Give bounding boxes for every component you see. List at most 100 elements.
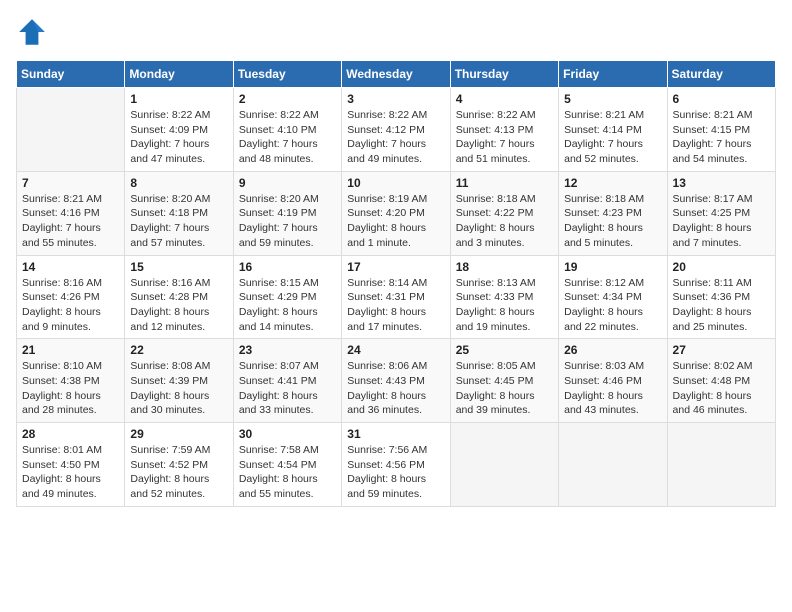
calendar-cell: 25 Sunrise: 8:05 AM Sunset: 4:45 PM Dayli… [450,339,558,423]
day-number: 8 [130,176,227,190]
day-number: 18 [456,260,553,274]
day-info: Sunrise: 8:20 AM Sunset: 4:18 PM Dayligh… [130,192,227,251]
day-info: Sunrise: 7:56 AM Sunset: 4:56 PM Dayligh… [347,443,444,502]
calendar-week-1: 7 Sunrise: 8:21 AM Sunset: 4:16 PM Daylig… [17,171,776,255]
day-number: 6 [673,92,770,106]
calendar-cell: 29 Sunrise: 7:59 AM Sunset: 4:52 PM Dayli… [125,423,233,507]
day-info: Sunrise: 8:15 AM Sunset: 4:29 PM Dayligh… [239,276,336,335]
day-info: Sunrise: 8:16 AM Sunset: 4:26 PM Dayligh… [22,276,119,335]
calendar-cell [667,423,775,507]
day-number: 13 [673,176,770,190]
day-number: 28 [22,427,119,441]
day-number: 16 [239,260,336,274]
weekday-header-sunday: Sunday [17,61,125,88]
calendar-week-0: 1 Sunrise: 8:22 AM Sunset: 4:09 PM Daylig… [17,88,776,172]
logo [16,16,52,48]
calendar-cell: 20 Sunrise: 8:11 AM Sunset: 4:36 PM Dayli… [667,255,775,339]
day-number: 26 [564,343,661,357]
day-number: 12 [564,176,661,190]
calendar-cell: 12 Sunrise: 8:18 AM Sunset: 4:23 PM Dayli… [559,171,667,255]
day-info: Sunrise: 8:05 AM Sunset: 4:45 PM Dayligh… [456,359,553,418]
day-number: 1 [130,92,227,106]
day-info: Sunrise: 8:22 AM Sunset: 4:13 PM Dayligh… [456,108,553,167]
day-info: Sunrise: 8:11 AM Sunset: 4:36 PM Dayligh… [673,276,770,335]
day-info: Sunrise: 8:16 AM Sunset: 4:28 PM Dayligh… [130,276,227,335]
day-info: Sunrise: 8:13 AM Sunset: 4:33 PM Dayligh… [456,276,553,335]
day-number: 3 [347,92,444,106]
weekday-header-friday: Friday [559,61,667,88]
calendar-cell: 27Sunrise: 8:02 AM Sunset: 4:48 PM Dayli… [667,339,775,423]
day-number: 9 [239,176,336,190]
calendar-cell: 3 Sunrise: 8:22 AM Sunset: 4:12 PM Daylig… [342,88,450,172]
calendar-cell: 1 Sunrise: 8:22 AM Sunset: 4:09 PM Daylig… [125,88,233,172]
day-number: 23 [239,343,336,357]
day-number: 21 [22,343,119,357]
day-number: 31 [347,427,444,441]
day-number: 2 [239,92,336,106]
weekday-header-saturday: Saturday [667,61,775,88]
day-info: Sunrise: 8:21 AM Sunset: 4:16 PM Dayligh… [22,192,119,251]
weekday-header-row: SundayMondayTuesdayWednesdayThursdayFrid… [17,61,776,88]
day-info: Sunrise: 8:19 AM Sunset: 4:20 PM Dayligh… [347,192,444,251]
calendar-cell: 24 Sunrise: 8:06 AM Sunset: 4:43 PM Dayli… [342,339,450,423]
calendar-cell: 28Sunrise: 8:01 AM Sunset: 4:50 PM Dayli… [17,423,125,507]
day-number: 7 [22,176,119,190]
day-number: 11 [456,176,553,190]
day-info: Sunrise: 8:18 AM Sunset: 4:23 PM Dayligh… [564,192,661,251]
calendar-cell: 7 Sunrise: 8:21 AM Sunset: 4:16 PM Daylig… [17,171,125,255]
day-number: 20 [673,260,770,274]
day-number: 17 [347,260,444,274]
day-info: Sunrise: 7:59 AM Sunset: 4:52 PM Dayligh… [130,443,227,502]
day-number: 5 [564,92,661,106]
day-info: Sunrise: 8:20 AM Sunset: 4:19 PM Dayligh… [239,192,336,251]
calendar-cell [17,88,125,172]
day-info: Sunrise: 8:21 AM Sunset: 4:15 PM Dayligh… [673,108,770,167]
day-number: 29 [130,427,227,441]
day-number: 25 [456,343,553,357]
calendar-cell: 8 Sunrise: 8:20 AM Sunset: 4:18 PM Daylig… [125,171,233,255]
day-number: 22 [130,343,227,357]
calendar-cell: 9 Sunrise: 8:20 AM Sunset: 4:19 PM Daylig… [233,171,341,255]
calendar-week-3: 21 Sunrise: 8:10 AM Sunset: 4:38 PM Dayli… [17,339,776,423]
calendar-cell: 2 Sunrise: 8:22 AM Sunset: 4:10 PM Daylig… [233,88,341,172]
day-info: Sunrise: 8:17 AM Sunset: 4:25 PM Dayligh… [673,192,770,251]
page-header [16,16,776,48]
day-number: 15 [130,260,227,274]
day-number: 30 [239,427,336,441]
day-number: 10 [347,176,444,190]
day-info: Sunrise: 8:06 AM Sunset: 4:43 PM Dayligh… [347,359,444,418]
calendar-cell: 21 Sunrise: 8:10 AM Sunset: 4:38 PM Dayli… [17,339,125,423]
calendar-cell: 18 Sunrise: 8:13 AM Sunset: 4:33 PM Dayli… [450,255,558,339]
weekday-header-wednesday: Wednesday [342,61,450,88]
day-info: Sunrise: 8:18 AM Sunset: 4:22 PM Dayligh… [456,192,553,251]
day-info: Sunrise: 8:22 AM Sunset: 4:10 PM Dayligh… [239,108,336,167]
calendar-week-2: 14 Sunrise: 8:16 AM Sunset: 4:26 PM Dayli… [17,255,776,339]
calendar-cell: 6 Sunrise: 8:21 AM Sunset: 4:15 PM Daylig… [667,88,775,172]
weekday-header-thursday: Thursday [450,61,558,88]
calendar-cell: 31 Sunrise: 7:56 AM Sunset: 4:56 PM Dayli… [342,423,450,507]
calendar-body: 1 Sunrise: 8:22 AM Sunset: 4:09 PM Daylig… [17,88,776,507]
calendar-cell: 14 Sunrise: 8:16 AM Sunset: 4:26 PM Dayli… [17,255,125,339]
day-info: Sunrise: 8:10 AM Sunset: 4:38 PM Dayligh… [22,359,119,418]
calendar-cell: 4 Sunrise: 8:22 AM Sunset: 4:13 PM Daylig… [450,88,558,172]
day-info: Sunrise: 8:03 AM Sunset: 4:46 PM Dayligh… [564,359,661,418]
calendar-cell: 5Sunrise: 8:21 AM Sunset: 4:14 PM Daylig… [559,88,667,172]
day-info: Sunrise: 8:22 AM Sunset: 4:09 PM Dayligh… [130,108,227,167]
day-number: 14 [22,260,119,274]
day-info: Sunrise: 8:22 AM Sunset: 4:12 PM Dayligh… [347,108,444,167]
day-number: 4 [456,92,553,106]
weekday-header-tuesday: Tuesday [233,61,341,88]
day-number: 24 [347,343,444,357]
calendar-cell: 15 Sunrise: 8:16 AM Sunset: 4:28 PM Dayli… [125,255,233,339]
calendar-cell: 22 Sunrise: 8:08 AM Sunset: 4:39 PM Dayli… [125,339,233,423]
calendar-week-4: 28Sunrise: 8:01 AM Sunset: 4:50 PM Dayli… [17,423,776,507]
day-number: 19 [564,260,661,274]
weekday-header-monday: Monday [125,61,233,88]
calendar-cell: 26 Sunrise: 8:03 AM Sunset: 4:46 PM Dayli… [559,339,667,423]
day-info: Sunrise: 8:08 AM Sunset: 4:39 PM Dayligh… [130,359,227,418]
calendar-cell [450,423,558,507]
day-info: Sunrise: 8:14 AM Sunset: 4:31 PM Dayligh… [347,276,444,335]
calendar-cell: 19Sunrise: 8:12 AM Sunset: 4:34 PM Dayli… [559,255,667,339]
calendar-table: SundayMondayTuesdayWednesdayThursdayFrid… [16,60,776,507]
calendar-cell: 16 Sunrise: 8:15 AM Sunset: 4:29 PM Dayli… [233,255,341,339]
